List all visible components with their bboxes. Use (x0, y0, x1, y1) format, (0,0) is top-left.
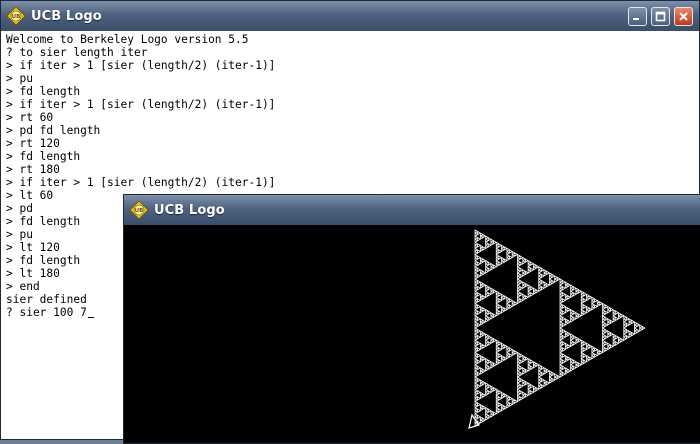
sierpinski-triangle (474, 229, 646, 427)
minimize-icon (633, 18, 639, 20)
console-line: > if iter > 1 [sier (length/2) (iter-1)] (6, 98, 276, 111)
console-title: UCB Logo (31, 8, 102, 24)
ucb-logo-icon: UB (7, 7, 25, 25)
console-titlebar[interactable]: UB UCB Logo (1, 1, 699, 31)
console-line: > fd length (6, 150, 81, 163)
maximize-button[interactable] (651, 7, 670, 26)
minimize-button[interactable] (628, 7, 647, 26)
console-line: > pu (6, 72, 33, 85)
svg-text:UB: UB (12, 14, 21, 20)
console-line: ? to sier length iter (6, 46, 148, 59)
graphics-titlebar[interactable]: UB UCB Logo (124, 195, 700, 225)
graphics-canvas[interactable] (124, 225, 700, 443)
console-line: > if iter > 1 [sier (length/2) (iter-1)] (6, 176, 276, 189)
close-icon (679, 12, 688, 21)
close-button[interactable] (674, 7, 693, 26)
graphics-window[interactable]: UB UCB Logo (123, 194, 700, 444)
sierpinski-drawing (468, 229, 646, 429)
console-line: Welcome to Berkeley Logo version 5.5 (6, 33, 249, 46)
console-line: > pd fd length (6, 124, 101, 137)
console-line: > if iter > 1 [sier (length/2) (iter-1)] (6, 59, 276, 72)
graphics-title: UCB Logo (154, 202, 225, 218)
console-line: > fd length (6, 85, 81, 98)
ucb-logo-icon: UB (130, 201, 148, 219)
maximize-icon (655, 11, 666, 22)
console-line: > rt 120 (6, 137, 60, 150)
text-cursor (87, 317, 94, 318)
console-line: > rt 180 (6, 163, 60, 176)
console-line: > rt 60 (6, 111, 54, 124)
svg-text:UB: UB (135, 208, 144, 214)
